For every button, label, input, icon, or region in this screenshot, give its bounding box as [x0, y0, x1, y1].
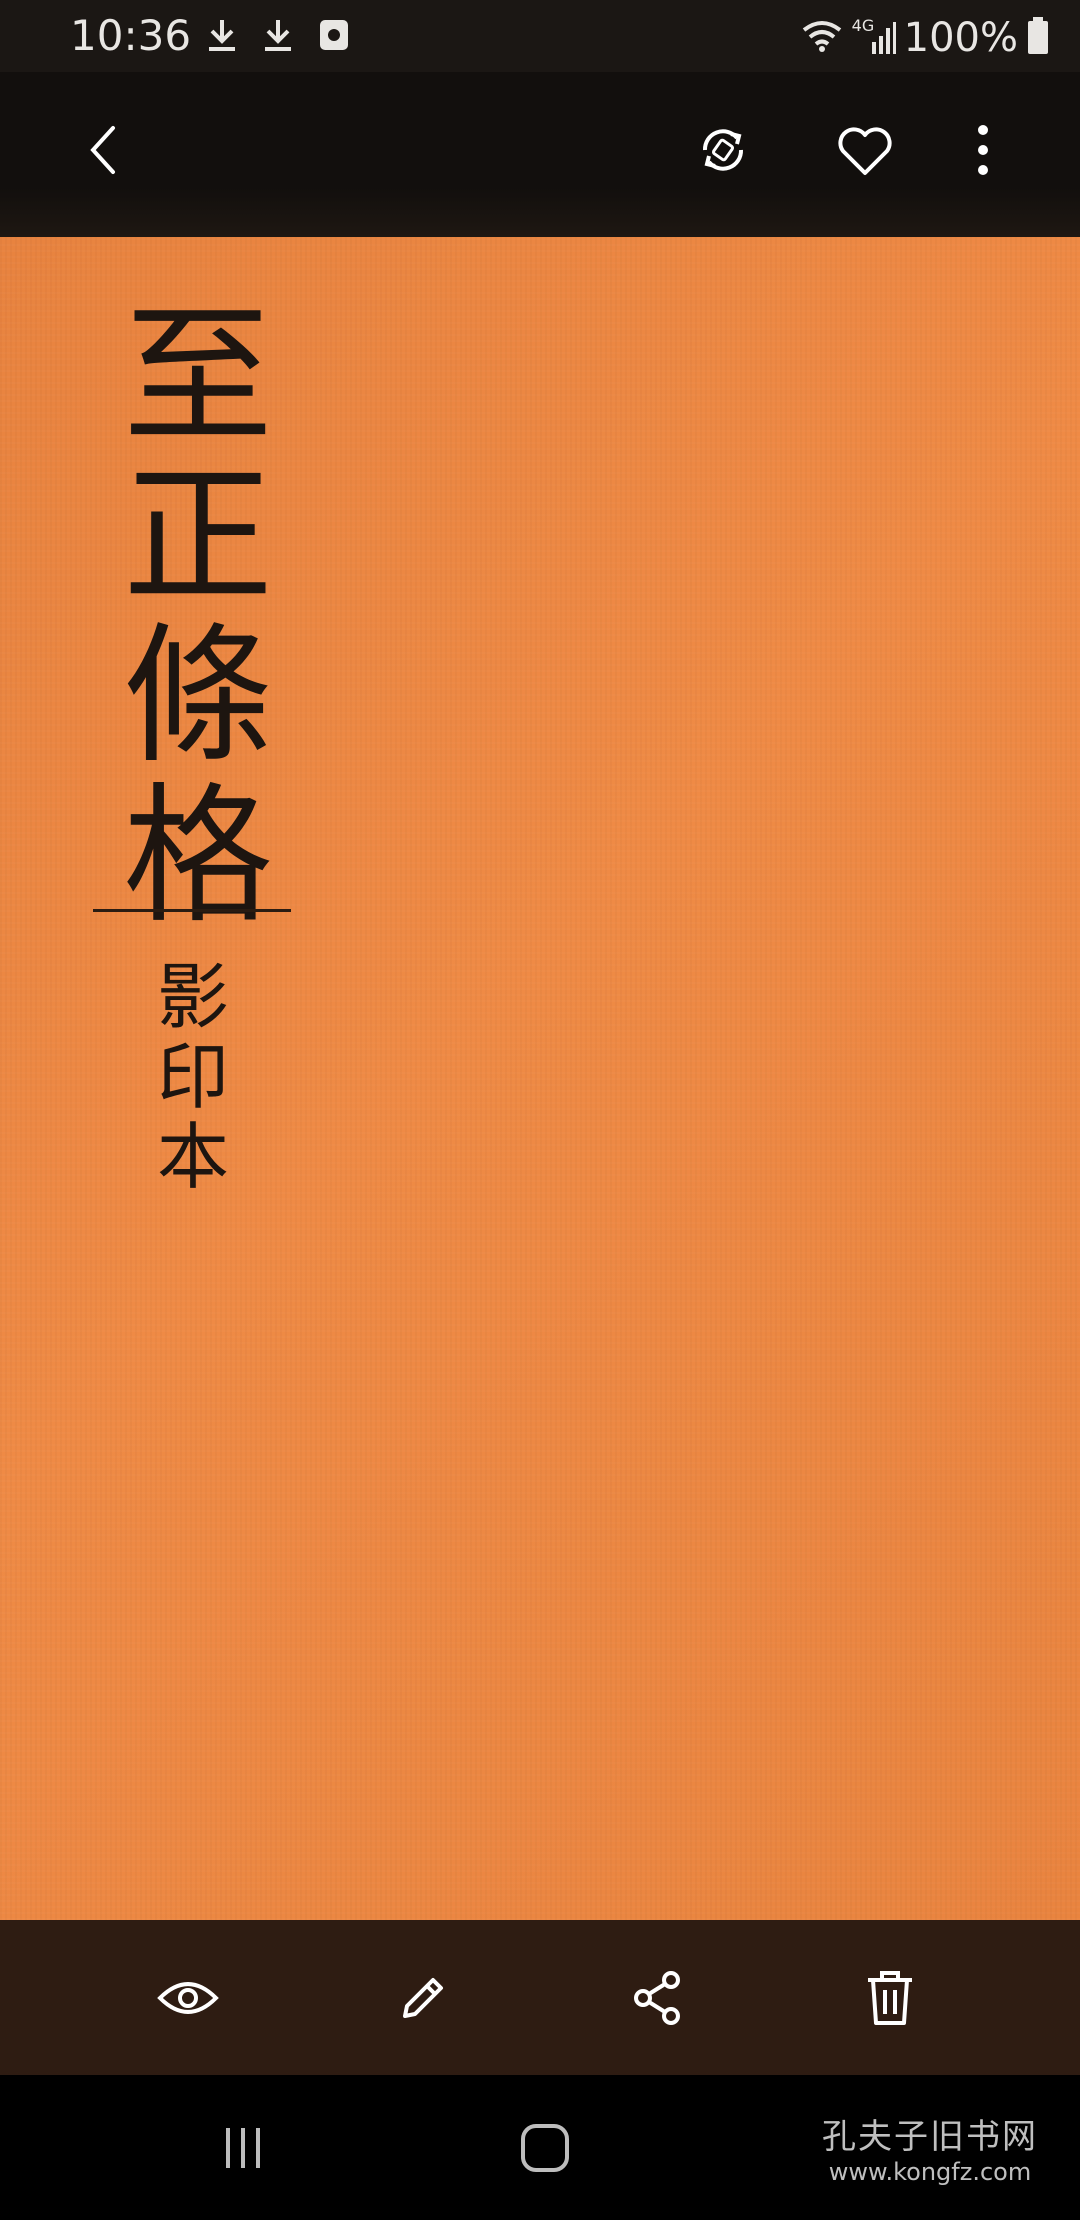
- status-bar: 10:36 4G 100%: [0, 0, 1080, 72]
- eye-icon: [156, 1976, 220, 2024]
- book-title: 至 正 條 格: [108, 297, 288, 937]
- more-options-button[interactable]: [943, 112, 1023, 192]
- heart-icon: [835, 123, 895, 181]
- title-char: 至: [122, 290, 273, 464]
- wifi-icon: [800, 18, 844, 58]
- watermark: 孔夫子旧书网 www.kongfz.com: [810, 2117, 1050, 2187]
- delete-button[interactable]: [850, 1960, 930, 2040]
- title-divider: [93, 909, 291, 912]
- more-options-icon: [975, 122, 991, 182]
- home-icon: [519, 2122, 571, 2178]
- home-button[interactable]: [500, 2115, 590, 2185]
- favorite-button[interactable]: [825, 112, 905, 192]
- battery-percent: 100%: [903, 15, 1018, 61]
- view-details-button[interactable]: [148, 1960, 228, 2040]
- edit-button[interactable]: [383, 1960, 463, 2040]
- rotate-icon: [693, 120, 753, 184]
- viewer-top-bar: [0, 72, 1080, 237]
- title-char: 正: [122, 450, 273, 624]
- subtitle-char: 本: [156, 1115, 229, 1199]
- edit-pencil-icon: [395, 1970, 451, 2030]
- subtitle-char: 印: [156, 1035, 229, 1119]
- title-char: 條: [122, 610, 273, 784]
- watermark-url: www.kongfz.com: [828, 2158, 1032, 2186]
- trash-icon: [864, 1968, 916, 2032]
- back-arrow-icon: [83, 122, 123, 182]
- viewer-bottom-bar: [0, 1920, 1080, 2075]
- watermark-text: 孔夫子旧书网: [822, 2117, 1038, 2157]
- book-subtitle: 影 印 本: [148, 957, 238, 1197]
- cellular-signal-icon: 4G: [852, 16, 896, 58]
- share-icon: [629, 1968, 685, 2032]
- status-system-icons: 4G 100%: [800, 14, 1050, 62]
- title-char: 格: [122, 770, 273, 944]
- download-icon: [261, 16, 295, 58]
- status-time: 10:36: [70, 11, 192, 60]
- recent-apps-button[interactable]: [198, 2115, 288, 2185]
- rotate-button[interactable]: [683, 112, 763, 192]
- recent-apps-icon: [218, 2124, 268, 2176]
- battery-icon: [1026, 16, 1050, 60]
- photo-viewer[interactable]: 至 正 條 格 影 印 本: [0, 237, 1080, 1920]
- screenshot-app-icon: [317, 16, 351, 58]
- share-button[interactable]: [617, 1960, 697, 2040]
- status-notification-icons: [205, 16, 351, 58]
- download-icon: [205, 16, 239, 58]
- subtitle-char: 影: [156, 955, 229, 1039]
- back-button[interactable]: [63, 112, 143, 192]
